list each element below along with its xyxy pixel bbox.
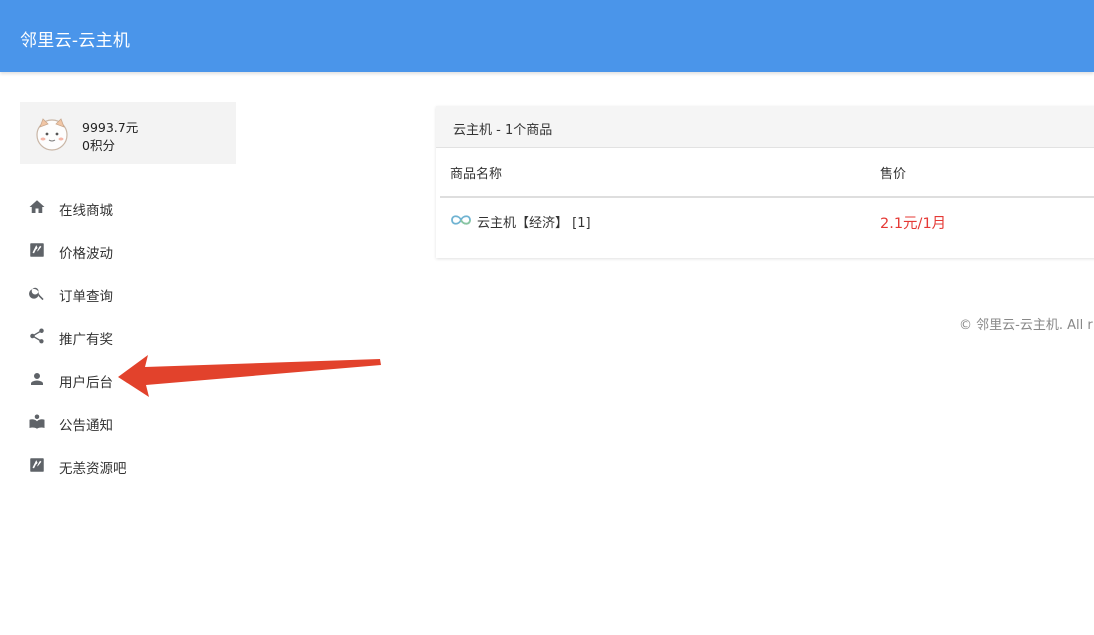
sidebar-item-label: 在线商城 — [59, 203, 113, 219]
points-text: 0积分 — [82, 138, 115, 153]
sidebar-item-price-trend[interactable]: 价格波动 — [20, 229, 236, 272]
sidebar-item-label: 订单查询 — [59, 289, 113, 305]
sidebar-item-referral[interactable]: 推广有奖 — [20, 315, 236, 358]
sidebar-item-label: 无恙资源吧 — [59, 461, 127, 477]
book-icon — [28, 413, 46, 431]
person-icon — [28, 370, 46, 388]
column-header-name: 商品名称 — [450, 167, 503, 182]
sidebar-item-label: 用户后台 — [59, 375, 113, 391]
product-name[interactable]: 云主机【经济】 [1] — [477, 212, 591, 231]
sidebar-item-shop[interactable]: 在线商城 — [20, 186, 236, 229]
product-price: 2.1元/1月 — [880, 216, 947, 232]
home-icon — [28, 198, 46, 216]
sidebar-item-label: 价格波动 — [59, 246, 113, 262]
sidebar-item-announcements[interactable]: 公告通知 — [20, 401, 236, 444]
footer-copyright: © 邻里云-云主机. All r — [959, 318, 1093, 333]
sidebar-item-label: 公告通知 — [59, 418, 113, 434]
product-panel: 云主机 - 1个商品 商品名称 售价 云主机【经济】 [1] 2.1元/1月 — [436, 106, 1094, 258]
share-icon — [28, 327, 46, 345]
sidebar-item-label: 推广有奖 — [59, 332, 113, 348]
panel-title: 云主机 - 1个商品 — [453, 123, 553, 138]
swap-icon — [28, 456, 46, 474]
annotation-arrow-icon — [118, 355, 381, 397]
table-header: 商品名称 售价 — [440, 148, 1094, 198]
user-card: 9993.7元 0积分 — [20, 102, 236, 164]
cloud-icon — [450, 212, 472, 226]
sidebar-nav: 在线商城 价格波动 订单查询 推广有奖 用户后台 公告通知 无恙资源吧 — [20, 186, 236, 487]
avatar[interactable] — [32, 114, 72, 154]
sidebar-item-order-query[interactable]: 订单查询 — [20, 272, 236, 315]
search-icon — [28, 284, 46, 302]
sidebar-item-resources[interactable]: 无恙资源吧 — [20, 444, 236, 487]
table-row[interactable]: 云主机【经济】 [1] 2.1元/1月 — [440, 198, 1094, 244]
balance-text: 9993.7元 — [82, 120, 139, 135]
app-title: 邻里云-云主机 — [20, 31, 131, 51]
top-app-bar: 邻里云-云主机 — [0, 0, 1094, 72]
swap-icon — [28, 241, 46, 259]
column-header-price: 售价 — [880, 167, 907, 182]
panel-header: 云主机 - 1个商品 — [436, 106, 1094, 148]
